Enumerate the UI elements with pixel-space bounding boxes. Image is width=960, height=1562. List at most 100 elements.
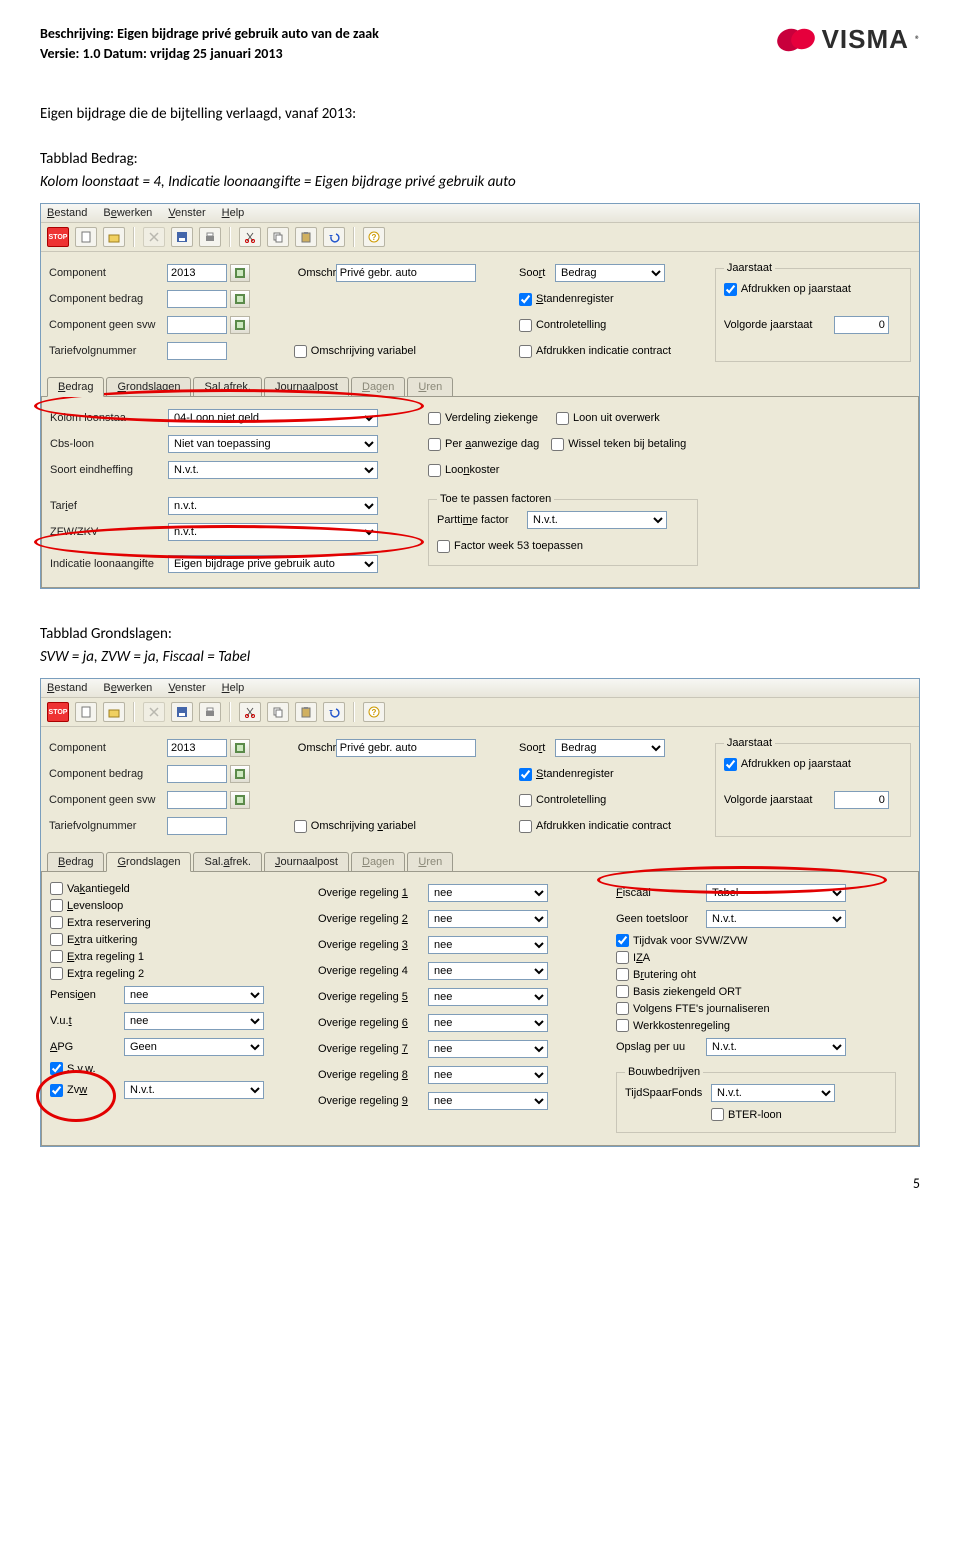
chk-werkkosten[interactable]: Werkkostenregeling: [616, 1019, 896, 1032]
component-bedrag-input[interactable]: [167, 290, 227, 308]
component-geen-svw-input[interactable]: [167, 316, 227, 334]
tab-grondslagen[interactable]: Grondslagen: [106, 377, 191, 397]
component-bedrag-input[interactable]: [167, 765, 227, 783]
tijdspaarfonds-select[interactable]: N.v.t.: [711, 1084, 835, 1102]
opslag-select[interactable]: N.v.t.: [706, 1038, 846, 1056]
menu-venster[interactable]: Venster: [168, 682, 205, 694]
undo-icon[interactable]: [323, 702, 345, 722]
chk-wissel-teken[interactable]: Wissel teken bij betaling: [551, 438, 686, 451]
overige-5-select[interactable]: nee: [428, 988, 548, 1006]
copy-icon[interactable]: [267, 227, 289, 247]
chk-loonkoster[interactable]: Loonkoster: [428, 464, 499, 477]
volgorde-input[interactable]: [834, 791, 889, 809]
parttime-factor-select[interactable]: N.v.t.: [527, 511, 667, 529]
menu-venster[interactable]: Venster: [168, 207, 205, 219]
tab-journaalpost[interactable]: Journaalpost: [264, 377, 349, 397]
copy-icon[interactable]: [267, 702, 289, 722]
overige-9-select[interactable]: nee: [428, 1092, 548, 1110]
chk-per-aanwezige-dag[interactable]: Per aanwezige dag: [428, 438, 539, 451]
menu-bestand[interactable]: Bestand: [47, 207, 87, 219]
chk-omschr-variabel[interactable]: Omschrijving variabel: [294, 820, 416, 833]
tab-journaalpost[interactable]: Journaalpost: [264, 852, 349, 872]
volgorde-input[interactable]: [834, 316, 889, 334]
pensioen-select[interactable]: nee: [124, 986, 264, 1004]
chk-omschr-variabel[interactable]: Omschrijving variabel: [294, 345, 416, 358]
tab-bedrag[interactable]: Bedrag: [47, 377, 104, 397]
help-icon[interactable]: ?: [363, 227, 385, 247]
picker-icon[interactable]: [230, 739, 250, 757]
chk-brutering-oht[interactable]: Brutering oht: [616, 968, 896, 981]
chk-standenregister[interactable]: Standenregister: [519, 293, 614, 306]
soort-select[interactable]: Bedrag: [555, 739, 665, 757]
paste-icon[interactable]: [295, 702, 317, 722]
cut-icon[interactable]: [239, 702, 261, 722]
stop-icon[interactable]: STOP: [47, 227, 69, 247]
soort-select[interactable]: Bedrag: [555, 264, 665, 282]
picker-icon[interactable]: [230, 791, 250, 809]
cbs-loon-select[interactable]: Niet van toepassing: [168, 435, 378, 453]
tab-bedrag[interactable]: Bedrag: [47, 852, 104, 872]
picker-icon[interactable]: [230, 765, 250, 783]
menu-bewerken[interactable]: Bewerken: [103, 682, 152, 694]
overige-7-select[interactable]: nee: [428, 1040, 548, 1058]
overige-8-select[interactable]: nee: [428, 1066, 548, 1084]
geen-toetsloor-select[interactable]: N.v.t.: [706, 910, 846, 928]
stop-icon[interactable]: STOP: [47, 702, 69, 722]
chk-basis-ziekengeld[interactable]: Basis ziekengeld ORT: [616, 985, 896, 998]
chk-tijdvak-svw-zvw[interactable]: Tijdvak voor SVW/ZVW: [616, 934, 896, 947]
chk-vakantiegeld[interactable]: Vakantiegeld: [50, 882, 300, 895]
apg-select[interactable]: Geen: [124, 1038, 264, 1056]
overige-2-select[interactable]: nee: [428, 910, 548, 928]
component-input[interactable]: [167, 739, 227, 757]
chk-afdrukken-indicatie[interactable]: Afdrukken indicatie contract: [519, 820, 671, 833]
chk-iza[interactable]: IZA: [616, 951, 896, 964]
tab-salafrek[interactable]: Sal.afrek.: [193, 377, 262, 397]
chk-afdrukken-jaarstaat[interactable]: Afdrukken op jaarstaat: [724, 758, 851, 771]
help-icon[interactable]: ?: [363, 702, 385, 722]
overige-3-select[interactable]: nee: [428, 936, 548, 954]
new-icon[interactable]: [75, 702, 97, 722]
tab-grondslagen[interactable]: Grondslagen: [106, 852, 191, 872]
cut-icon[interactable]: [239, 227, 261, 247]
print-icon[interactable]: [199, 227, 221, 247]
chk-factor-week53[interactable]: Factor week 53 toepassen: [437, 540, 583, 553]
chk-extra-reservering[interactable]: Extra reservering: [50, 916, 300, 929]
chk-afdrukken-indicatie[interactable]: Afdrukken indicatie contract: [519, 345, 671, 358]
overige-1-select[interactable]: nee: [428, 884, 548, 902]
chk-controletelling[interactable]: Controletelling: [519, 319, 606, 332]
paste-icon[interactable]: [295, 227, 317, 247]
chk-controletelling[interactable]: Controletelling: [519, 794, 606, 807]
chk-afdrukken-jaarstaat[interactable]: Afdrukken op jaarstaat: [724, 283, 851, 296]
open-icon[interactable]: [103, 702, 125, 722]
menu-help[interactable]: Help: [222, 207, 245, 219]
tariefvolgnummer-input[interactable]: [167, 817, 227, 835]
chk-loon-uit-overwerk[interactable]: Loon uit overwerk: [556, 412, 660, 425]
omschr-input[interactable]: [336, 739, 476, 757]
component-input[interactable]: [167, 264, 227, 282]
tarief-select[interactable]: n.v.t.: [168, 497, 378, 515]
fiscaal-select[interactable]: Tabel: [706, 884, 846, 902]
chk-standenregister[interactable]: Standenregister: [519, 768, 614, 781]
chk-extra-regeling-1[interactable]: Extra regeling 1: [50, 950, 300, 963]
picker-icon[interactable]: [230, 290, 250, 308]
chk-verdeling-ziekenge[interactable]: Verdeling ziekenge: [428, 412, 538, 425]
menu-help[interactable]: Help: [222, 682, 245, 694]
overige-6-select[interactable]: nee: [428, 1014, 548, 1032]
print-icon[interactable]: [199, 702, 221, 722]
menu-bewerken[interactable]: Bewerken: [103, 207, 152, 219]
vut-select[interactable]: nee: [124, 1012, 264, 1030]
save-icon[interactable]: [171, 227, 193, 247]
tab-salafrek[interactable]: Sal.afrek.: [193, 852, 262, 872]
soort-eindheffing-select[interactable]: N.v.t.: [168, 461, 378, 479]
omschr-input[interactable]: [336, 264, 476, 282]
zvw-select[interactable]: N.v.t.: [124, 1081, 264, 1099]
kolom-loonstaat-select[interactable]: 04-Loon niet geld: [168, 409, 378, 427]
chk-extra-regeling-2[interactable]: Extra regeling 2: [50, 967, 300, 980]
chk-bter-loon[interactable]: BTER-loon: [711, 1108, 782, 1121]
menu-bestand[interactable]: Bestand: [47, 682, 87, 694]
chk-svw[interactable]: S.v.w.: [50, 1062, 300, 1075]
tariefvolgnummer-input[interactable]: [167, 342, 227, 360]
chk-zvw[interactable]: Zvw: [50, 1084, 124, 1097]
picker-icon[interactable]: [230, 264, 250, 282]
chk-volgens-fte[interactable]: Volgens FTE's journaliseren: [616, 1002, 896, 1015]
